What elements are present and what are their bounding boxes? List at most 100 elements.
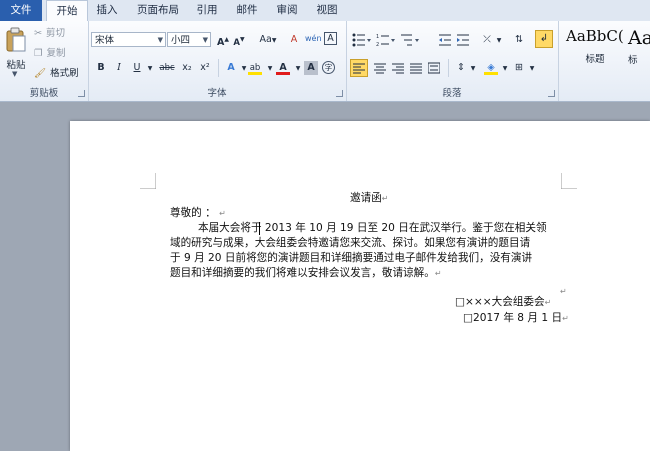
borders-icon[interactable]: ⊞ bbox=[512, 61, 526, 75]
tab-file[interactable]: 文件 bbox=[0, 0, 42, 21]
paragraph-group-label: 段落 bbox=[442, 88, 462, 99]
chevron-down-icon[interactable]: ▼ bbox=[143, 62, 157, 76]
highlight-icon[interactable]: ab bbox=[248, 61, 262, 75]
character-shading-icon[interactable]: A bbox=[304, 61, 318, 75]
paintbrush-icon: 🖌 bbox=[34, 68, 47, 79]
chevron-down-icon[interactable]: ▼ bbox=[466, 62, 480, 76]
watermark-url: zhinan.sogou.com bbox=[478, 395, 597, 410]
style-name: 标题 bbox=[585, 54, 605, 65]
style-name: 标 bbox=[628, 55, 638, 66]
chevron-down-icon[interactable]: ▼ bbox=[498, 62, 512, 76]
superscript-icon[interactable]: x² bbox=[198, 61, 212, 75]
styles-gallery: AaBbC( 标题 Aa 标 bbox=[560, 21, 650, 101]
font-size-value: 小四 bbox=[171, 35, 191, 46]
multilevel-list-icon[interactable] bbox=[400, 33, 420, 47]
shading-icon[interactable]: ◈ bbox=[484, 61, 498, 75]
format-painter-button[interactable]: 🖌 格式刷 bbox=[34, 66, 79, 82]
tab-view[interactable]: 视图 bbox=[310, 0, 344, 21]
signature-line: □×××大会组委会↵ bbox=[455, 296, 552, 308]
bold-icon[interactable]: B bbox=[94, 61, 108, 75]
paste-button[interactable]: 粘贴 ▼ bbox=[3, 25, 29, 78]
body-line: 题目和详细摘要的我们将难以安排会议发言，敬请谅解。↵ bbox=[170, 267, 442, 279]
clipboard-group: 粘贴 ▼ ✂ 剪切 ❐ 复制 🖌 格式刷 剪贴板 bbox=[0, 21, 89, 101]
numbering-icon[interactable]: 12 bbox=[376, 33, 396, 47]
document-title: 邀请函↵ bbox=[350, 192, 389, 204]
justify-icon[interactable] bbox=[410, 62, 422, 74]
ribbon: 粘贴 ▼ ✂ 剪切 ❐ 复制 🖌 格式刷 剪贴板 宋体 ▼ 小四 ▼ A▲ A▼ Aa… bbox=[0, 21, 650, 102]
tab-insert[interactable]: 插入 bbox=[90, 0, 124, 21]
clipboard-launcher-icon[interactable] bbox=[78, 90, 85, 97]
font-size-combo[interactable]: 小四 ▼ bbox=[167, 32, 211, 47]
font-group-label: 字体 bbox=[207, 88, 227, 99]
sogou-logo-icon bbox=[470, 347, 512, 389]
pinyin-guide-icon[interactable]: wén bbox=[305, 32, 322, 46]
paragraph-group: 12 ⤫ ▼ ⇅ ↲ ⇕ ▼ ◈ ▼ ⊞ ▼ 段落 bbox=[346, 21, 559, 101]
enclose-characters-icon[interactable]: 字 bbox=[322, 61, 335, 74]
tab-page-layout[interactable]: 页面布局 bbox=[130, 0, 186, 21]
style-sample: Aa bbox=[628, 27, 650, 49]
copy-icon: ❐ bbox=[34, 48, 43, 59]
align-left-button[interactable] bbox=[350, 59, 368, 77]
font-launcher-icon[interactable] bbox=[336, 90, 343, 97]
date-line: □2017 年 8 月 1 日↵ bbox=[463, 312, 569, 324]
chevron-down-icon: ▼ bbox=[12, 70, 18, 78]
style-sample: AaBbC( bbox=[566, 27, 624, 45]
crop-mark-icon bbox=[140, 173, 156, 189]
bullets-icon[interactable] bbox=[352, 33, 372, 47]
increase-indent-icon[interactable] bbox=[456, 33, 470, 47]
body-line: 域的研究与成果，大会组委会特邀请您来交流、探讨。如果您有演讲的题目请 bbox=[170, 237, 531, 249]
tab-review[interactable]: 审阅 bbox=[270, 0, 304, 21]
change-case-icon[interactable]: Aa▼ bbox=[256, 33, 280, 47]
align-right-icon[interactable] bbox=[392, 62, 404, 74]
watermark-brand: 搜狗指南 bbox=[516, 359, 605, 384]
align-left-icon bbox=[353, 63, 365, 74]
clipboard-group-label: 剪贴板 bbox=[29, 88, 59, 99]
chevron-down-icon[interactable]: ▼ bbox=[492, 34, 506, 48]
chevron-down-icon[interactable]: ▼ bbox=[525, 62, 539, 76]
grow-font-icon[interactable]: A▲ bbox=[216, 33, 230, 48]
cut-button[interactable]: ✂ 剪切 bbox=[34, 26, 65, 42]
watermark: 搜狗指南 zhinan.sogou.com bbox=[470, 345, 645, 420]
divider bbox=[448, 59, 449, 77]
font-color-icon[interactable]: A bbox=[276, 61, 290, 75]
copy-button[interactable]: ❐ 复制 bbox=[34, 46, 66, 62]
chevron-down-icon[interactable]: ▼ bbox=[263, 62, 277, 76]
shrink-font-icon[interactable]: A▼ bbox=[232, 33, 246, 48]
strikethrough-icon[interactable]: abc bbox=[158, 61, 176, 75]
chevron-down-icon[interactable]: ▼ bbox=[291, 62, 305, 76]
distributed-icon[interactable] bbox=[428, 62, 440, 74]
tab-references[interactable]: 引用 bbox=[190, 0, 224, 21]
text-cursor bbox=[259, 222, 260, 235]
crop-mark-icon bbox=[561, 173, 577, 189]
italic-icon[interactable]: I bbox=[112, 61, 126, 75]
paragraph-mark: ↵ bbox=[560, 287, 567, 296]
subscript-icon[interactable]: x₂ bbox=[180, 61, 194, 75]
style-tile-heading[interactable]: AaBbC( 标题 bbox=[566, 27, 624, 79]
decrease-indent-icon[interactable] bbox=[438, 33, 452, 47]
body-line: 于 9 月 20 日前将您的演讲题目和详细摘要通过电子邮件发给我们，没有演讲 bbox=[170, 252, 533, 264]
ribbon-tab-bar: 文件 开始 插入 页面布局 引用 邮件 审阅 视图 bbox=[0, 0, 650, 23]
svg-text:1: 1 bbox=[376, 34, 379, 40]
svg-text:2: 2 bbox=[376, 42, 379, 47]
tab-home[interactable]: 开始 bbox=[46, 0, 88, 23]
cut-label: 剪切 bbox=[45, 28, 65, 39]
align-center-icon[interactable] bbox=[374, 62, 386, 74]
font-group: 宋体 ▼ 小四 ▼ A▲ A▼ Aa▼ A wén A B I U ▼ abc … bbox=[88, 21, 347, 101]
paragraph-launcher-icon[interactable] bbox=[548, 90, 555, 97]
clear-format-icon[interactable]: A bbox=[287, 33, 301, 47]
chevron-down-icon: ▼ bbox=[157, 36, 163, 44]
sort-icon[interactable]: ⇅ bbox=[512, 33, 526, 47]
character-border-icon[interactable]: A bbox=[324, 32, 337, 45]
text-effects-icon[interactable]: A bbox=[224, 61, 238, 75]
font-name-combo[interactable]: 宋体 ▼ bbox=[91, 32, 166, 47]
underline-icon[interactable]: U bbox=[130, 61, 144, 75]
paste-label: 粘贴 bbox=[6, 60, 26, 71]
show-marks-button[interactable]: ↲ bbox=[535, 30, 553, 48]
greeting-line: 尊敬的 ： ↵ bbox=[170, 207, 226, 219]
tab-mailings[interactable]: 邮件 bbox=[230, 0, 264, 21]
body-line: 本届大会将于 2013 年 10 月 19 日至 20 日在武汉举行。鉴于您在相… bbox=[198, 222, 547, 234]
clipboard-icon bbox=[6, 27, 26, 52]
style-tile-heading-2[interactable]: Aa 标 bbox=[628, 27, 650, 79]
scissors-icon: ✂ bbox=[34, 28, 42, 39]
format-painter-label: 格式刷 bbox=[50, 68, 79, 79]
